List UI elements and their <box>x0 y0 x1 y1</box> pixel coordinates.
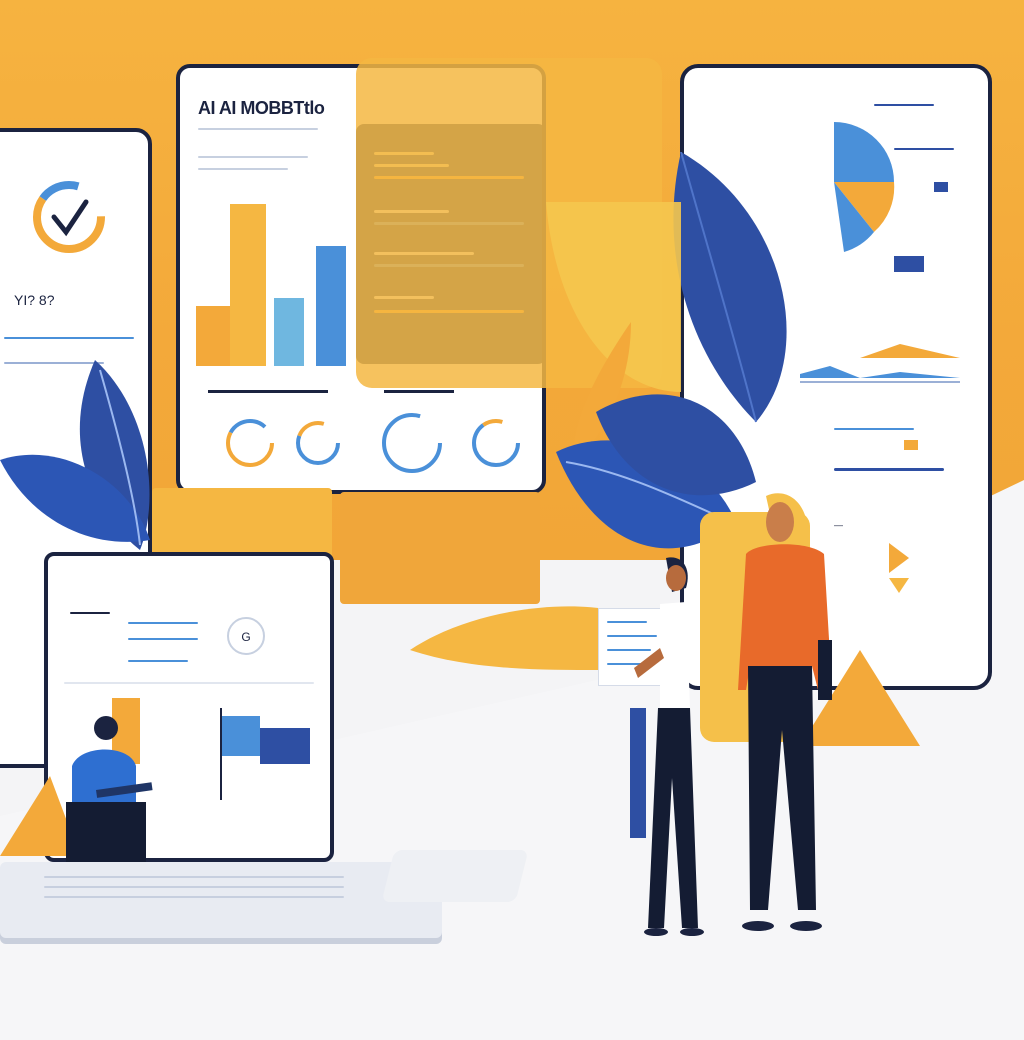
gauge-icon: G <box>227 617 265 655</box>
header-line <box>198 156 308 158</box>
person-icon <box>0 716 153 862</box>
gauge-row <box>208 390 520 473</box>
monitor-line <box>128 622 198 624</box>
monitor-line <box>64 682 314 684</box>
header-line <box>198 168 288 170</box>
pie-chart-icon <box>834 122 895 252</box>
monitor-line <box>128 638 198 640</box>
area-chart <box>800 344 960 383</box>
bar <box>316 246 346 366</box>
checkmark-gauge-icon <box>33 181 105 253</box>
laptop-base <box>0 862 442 938</box>
chart-line <box>894 148 954 150</box>
person-icon <box>738 493 832 931</box>
row-line <box>834 468 944 471</box>
monitor-line <box>128 660 188 662</box>
chart-line <box>874 104 934 106</box>
yellow-wing-shape <box>410 606 610 670</box>
leaf-illustration <box>0 360 150 550</box>
chart-axis <box>220 708 222 800</box>
laptop-device <box>381 850 529 902</box>
small-bar <box>934 182 948 192</box>
chart-bar <box>222 716 260 756</box>
small-bar <box>894 256 924 272</box>
dashboard-title: AI AI MOBBTtlo <box>198 98 325 118</box>
orange-card-lower <box>340 492 540 604</box>
svg-text:G: G <box>241 630 250 644</box>
small-pie-icon <box>889 543 909 593</box>
person-icon <box>630 557 704 936</box>
keyboard-row <box>44 896 344 898</box>
bar <box>196 306 230 366</box>
phone-label: YI? 8? <box>14 292 55 308</box>
bar <box>230 204 266 366</box>
monitor-line <box>70 612 110 614</box>
keyboard-row <box>44 886 344 888</box>
header-line <box>198 128 318 130</box>
divider-line <box>4 337 134 339</box>
row-bar <box>904 440 918 450</box>
bar <box>274 298 304 366</box>
keyboard-row <box>44 876 344 878</box>
row-line <box>834 428 914 430</box>
chart-bar <box>260 728 310 764</box>
